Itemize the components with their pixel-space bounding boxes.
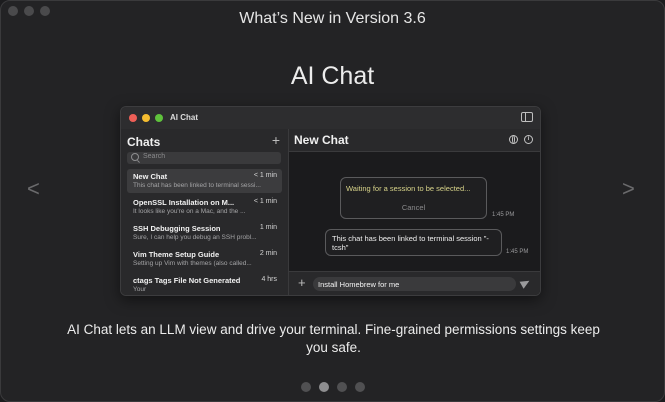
chat-time: 2 min xyxy=(259,250,277,257)
message-input[interactable]: Install Homebrew for me xyxy=(313,277,516,291)
whats-new-window: What’s New in Version 3.6 AI Chat < > AI… xyxy=(0,0,665,402)
chat-title: Vim Theme Setup Guide xyxy=(133,250,220,259)
new-chat-button[interactable]: + xyxy=(272,132,280,148)
globe-icon[interactable] xyxy=(509,135,518,144)
send-icon[interactable] xyxy=(519,277,532,289)
chat-preview: Setting up Vim with themes (also called.… xyxy=(133,260,252,267)
chat-preview: Sure, I can help you debug an SSH probl.… xyxy=(133,234,257,241)
page-dot[interactable] xyxy=(301,382,311,392)
message-input-value: Install Homebrew for me xyxy=(318,280,400,289)
cancel-button[interactable]: Cancel xyxy=(341,203,486,212)
chat-preview: Your xyxy=(133,286,147,293)
chat-preview: It looks like you're on a Mac, and the .… xyxy=(133,208,246,215)
sidebar-toggle-icon[interactable] xyxy=(521,112,533,122)
chat-time: < 1 min xyxy=(253,172,277,179)
message-timestamp: 1:45 PM xyxy=(506,249,529,255)
chat-preview: This chat has been linked to terminal se… xyxy=(133,182,261,189)
chat-title-heading: New Chat xyxy=(294,133,349,147)
linked-session-message: This chat has been linked to terminal se… xyxy=(325,229,502,256)
chat-list-item[interactable]: Vim Theme Setup Guide 2 min Setting up V… xyxy=(127,247,282,271)
next-arrow-icon[interactable]: > xyxy=(622,176,635,202)
chat-time: 4 hrs xyxy=(261,276,277,283)
page-dot[interactable] xyxy=(337,382,347,392)
page-dot-active[interactable] xyxy=(319,382,329,392)
chat-title: ctags Tags File Not Generated xyxy=(133,276,241,285)
message-text: Waiting for a session to be selected... xyxy=(346,184,471,193)
chat-list-item[interactable]: SSH Debugging Session 1 min Sure, I can … xyxy=(127,221,282,245)
app-zoom-button[interactable] xyxy=(155,114,163,122)
window-title: What’s New in Version 3.6 xyxy=(239,10,426,27)
chat-list-item[interactable]: New Chat < 1 min This chat has been link… xyxy=(127,169,282,193)
chat-title: SSH Debugging Session xyxy=(133,224,221,233)
chat-pane: New Chat i Waiting for a session to be s… xyxy=(289,129,540,295)
message-text: This chat has been linked to terminal se… xyxy=(332,234,489,252)
app-minimize-button[interactable] xyxy=(142,114,150,122)
chat-list-item[interactable]: ctags Tags File Not Generated 4 hrs Your xyxy=(127,273,282,295)
message-composer: + Install Homebrew for me xyxy=(289,271,540,295)
app-titlebar: AI Chat xyxy=(121,107,540,129)
chat-title: OpenSSL Installation on M... xyxy=(133,198,235,207)
search-input[interactable]: Search xyxy=(127,152,281,164)
chat-header: New Chat i xyxy=(289,129,540,152)
previous-arrow-icon[interactable]: < xyxy=(27,176,40,202)
feature-title: AI Chat xyxy=(290,62,375,90)
page-dot[interactable] xyxy=(355,382,365,392)
chat-time: < 1 min xyxy=(253,198,277,205)
message-timestamp: 1:45 PM xyxy=(492,212,515,218)
chats-sidebar: Chats + Search New Chat < 1 min This cha… xyxy=(121,129,289,295)
ai-chat-preview-window: AI Chat Chats + Search New Chat < 1 min … xyxy=(120,106,541,296)
search-icon xyxy=(131,153,139,161)
app-window-controls xyxy=(129,114,163,122)
chat-list-item[interactable]: OpenSSL Installation on M... < 1 min It … xyxy=(127,195,282,219)
page-indicator xyxy=(301,382,365,392)
attach-button[interactable]: + xyxy=(298,275,306,290)
search-placeholder: Search xyxy=(143,153,166,160)
chat-time: 1 min xyxy=(259,224,277,231)
feature-description: AI Chat lets an LLM view and drive your … xyxy=(67,322,600,355)
app-title: AI Chat xyxy=(170,113,198,122)
info-icon[interactable]: i xyxy=(524,135,533,144)
app-close-button[interactable] xyxy=(129,114,137,122)
sidebar-heading: Chats xyxy=(127,135,161,149)
chat-title: New Chat xyxy=(133,172,168,181)
session-select-message: Waiting for a session to be selected... … xyxy=(340,177,487,219)
